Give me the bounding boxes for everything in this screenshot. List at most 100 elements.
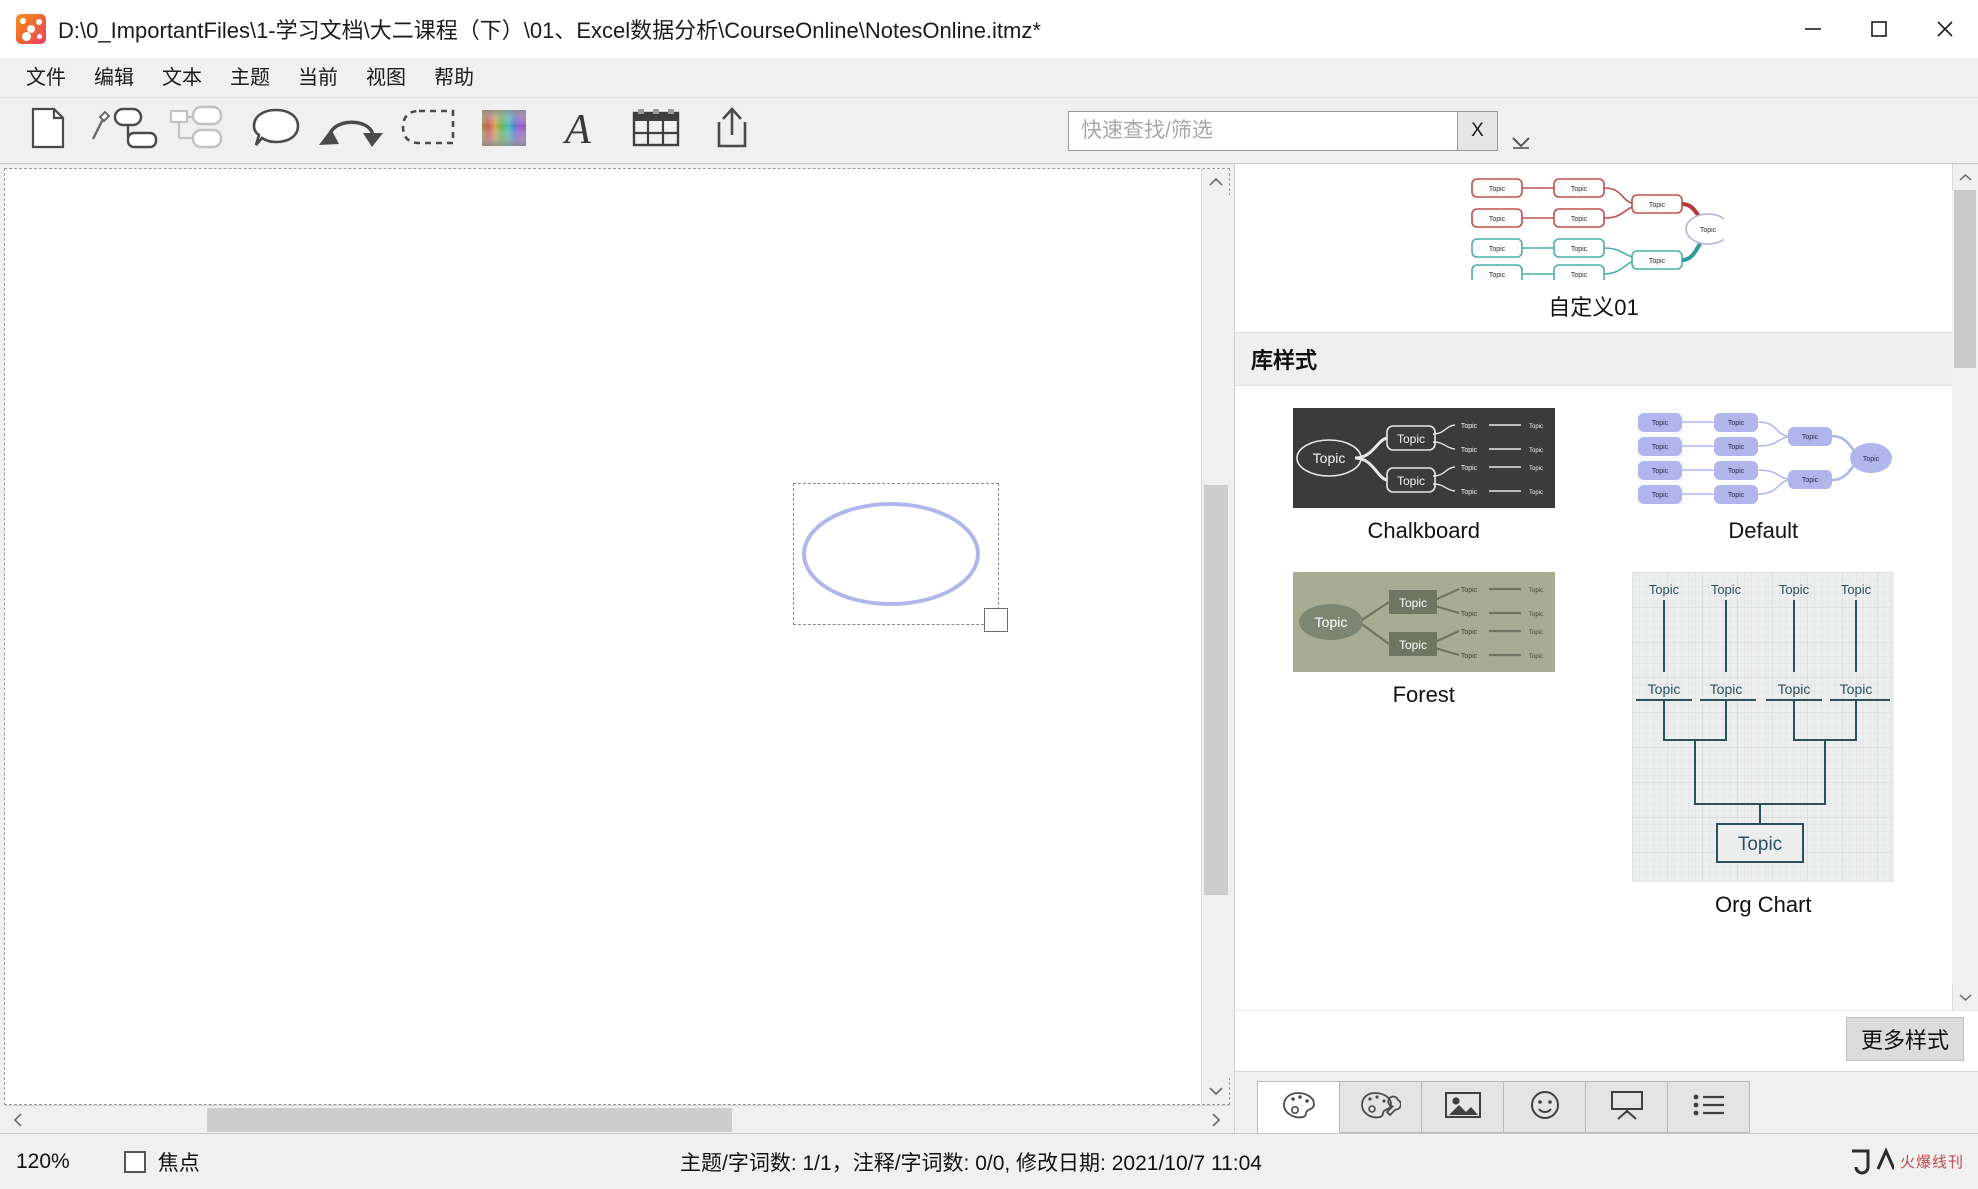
ellipse-shape[interactable] bbox=[802, 502, 980, 606]
canvas-frame bbox=[4, 168, 1230, 1105]
svg-text:Topic: Topic bbox=[1863, 456, 1880, 463]
tab-style[interactable] bbox=[1257, 1081, 1340, 1133]
style-org-chart[interactable]: Topic Topic Topic Topic Topic Topic Topi… bbox=[1599, 572, 1929, 918]
svg-text:Topic: Topic bbox=[1649, 582, 1680, 597]
custom-styles-section: Topic Topic Topic Topic Topic Topic Topic To… bbox=[1235, 164, 1952, 332]
svg-text:Topic: Topic bbox=[1699, 227, 1716, 234]
scroll-up-arrow[interactable] bbox=[1202, 169, 1230, 195]
image-icon bbox=[1444, 1090, 1482, 1125]
svg-text:Topic: Topic bbox=[1529, 466, 1543, 472]
toolbar-table[interactable] bbox=[618, 102, 694, 160]
boundary-icon bbox=[399, 107, 457, 154]
svg-text:Topic: Topic bbox=[1840, 681, 1873, 697]
menu-help[interactable]: 帮助 bbox=[420, 64, 488, 92]
canvas-horizontal-scrollbar[interactable] bbox=[4, 1105, 1230, 1133]
mindmap-canvas[interactable] bbox=[5, 169, 1201, 1104]
toolbar-callout[interactable] bbox=[238, 102, 314, 160]
style-org-chart-thumbnail: Topic Topic Topic Topic Topic Topic Topi… bbox=[1632, 572, 1895, 882]
svg-text:Topic: Topic bbox=[1841, 582, 1872, 597]
menu-edit[interactable]: 编辑 bbox=[80, 64, 148, 92]
close-button[interactable] bbox=[1912, 0, 1978, 58]
toolbar-new-topic[interactable] bbox=[86, 102, 162, 160]
svg-text:Topic: Topic bbox=[1728, 444, 1745, 451]
style-chalkboard-thumbnail: Topic Topic Topic Topic Topic Topic Topic … bbox=[1292, 408, 1555, 508]
toolbar-share[interactable] bbox=[694, 102, 770, 160]
resize-handle[interactable] bbox=[984, 608, 1008, 632]
toolbar-overflow-button[interactable] bbox=[1510, 134, 1532, 153]
toolbar-fonts[interactable]: A bbox=[542, 102, 618, 160]
svg-text:Topic: Topic bbox=[1461, 629, 1478, 636]
style-org-chart-caption: Org Chart bbox=[1714, 892, 1812, 917]
svg-text:Topic: Topic bbox=[1397, 474, 1425, 488]
horizontal-scroll-track[interactable] bbox=[32, 1106, 1202, 1134]
menu-text[interactable]: 文本 bbox=[148, 64, 216, 92]
focus-checkbox[interactable] bbox=[123, 1150, 146, 1173]
side-scroll-down-arrow[interactable] bbox=[1952, 984, 1978, 1010]
scroll-left-arrow[interactable] bbox=[4, 1106, 32, 1134]
tab-presentation[interactable] bbox=[1585, 1081, 1668, 1133]
style-default[interactable]: Topic Topic Topic Topic Topic Topic Topic To… bbox=[1599, 408, 1929, 544]
menu-topic[interactable]: 主题 bbox=[216, 64, 284, 92]
svg-text:Topic: Topic bbox=[1461, 447, 1478, 454]
tab-outline[interactable] bbox=[1667, 1081, 1750, 1133]
menu-current[interactable]: 当前 bbox=[284, 64, 352, 92]
svg-text:Topic: Topic bbox=[1529, 630, 1543, 636]
svg-text:Topic: Topic bbox=[1728, 420, 1745, 427]
side-scroll-up-arrow[interactable] bbox=[1952, 164, 1978, 190]
style-side-panel: Topic Topic Topic Topic Topic Topic Topic To… bbox=[1234, 164, 1978, 1133]
status-bar: 120% 焦点 主题/字词数: 1/1，注释/字词数: 0/0, 修改日期: 2… bbox=[0, 1133, 1978, 1189]
zoom-level[interactable]: 120% bbox=[16, 1150, 70, 1174]
smiley-icon bbox=[1529, 1089, 1561, 1126]
table-icon bbox=[631, 106, 681, 155]
list-icon bbox=[1691, 1091, 1727, 1124]
svg-text:A: A bbox=[562, 107, 591, 151]
vertical-scroll-thumb[interactable] bbox=[1203, 485, 1228, 895]
horizontal-scroll-thumb[interactable] bbox=[207, 1107, 732, 1132]
tab-stickers[interactable] bbox=[1503, 1081, 1586, 1133]
callout-icon bbox=[248, 105, 304, 156]
svg-text:Topic: Topic bbox=[1488, 246, 1505, 253]
scroll-down-arrow[interactable] bbox=[1202, 1078, 1230, 1104]
style-custom-01[interactable]: Topic Topic Topic Topic Topic Topic Topic To… bbox=[1235, 170, 1952, 322]
menu-view[interactable]: 视图 bbox=[352, 64, 420, 92]
svg-text:Topic: Topic bbox=[1399, 596, 1427, 610]
minimize-button[interactable] bbox=[1780, 0, 1846, 58]
svg-text:Topic: Topic bbox=[1728, 468, 1745, 475]
search-clear-button[interactable]: X bbox=[1457, 112, 1497, 150]
tab-style-editor[interactable] bbox=[1339, 1081, 1422, 1133]
style-default-thumbnail: Topic Topic Topic Topic Topic Topic Topic To… bbox=[1632, 408, 1895, 508]
svg-text:Topic: Topic bbox=[1529, 424, 1543, 430]
selected-topic-shape[interactable] bbox=[793, 483, 1008, 632]
focus-label: 焦点 bbox=[157, 1151, 200, 1175]
style-forest-thumbnail: Topic Topic Topic Topic Topic Topic Topi… bbox=[1292, 572, 1555, 672]
style-forest[interactable]: Topic Topic Topic Topic Topic Topic Topi… bbox=[1259, 572, 1589, 918]
svg-text:Topic: Topic bbox=[1461, 423, 1478, 430]
document-info: 主题/字词数: 1/1，注释/字词数: 0/0, 修改日期: 2021/10/7… bbox=[680, 1151, 1262, 1175]
style-custom-01-thumbnail: Topic Topic Topic Topic Topic Topic Topic To… bbox=[1464, 170, 1724, 280]
side-scroll-thumb[interactable] bbox=[1953, 190, 1976, 368]
search-input[interactable] bbox=[1069, 112, 1457, 150]
side-scroll-track[interactable] bbox=[1951, 190, 1978, 984]
more-styles-row: 更多样式 bbox=[1235, 1010, 1978, 1071]
svg-text:Topic: Topic bbox=[1652, 468, 1669, 475]
toolbar-undo-redo[interactable] bbox=[314, 102, 390, 160]
toolbar-new-document[interactable] bbox=[10, 102, 86, 160]
scroll-right-arrow[interactable] bbox=[1202, 1106, 1230, 1134]
watermark-logo-icon bbox=[1851, 1146, 1894, 1174]
menu-file[interactable]: 文件 bbox=[12, 64, 80, 92]
canvas-pane bbox=[0, 164, 1234, 1133]
window-title: D:\0_ImportantFiles\1-学习文档\大二课程（下）\01、Ex… bbox=[58, 18, 1041, 43]
style-default-caption: Default bbox=[1728, 518, 1799, 543]
more-styles-button[interactable]: 更多样式 bbox=[1845, 1017, 1964, 1061]
toolbar-new-subtopic[interactable] bbox=[162, 102, 238, 160]
tab-images[interactable] bbox=[1421, 1081, 1504, 1133]
maximize-button[interactable] bbox=[1846, 0, 1912, 58]
vertical-scroll-track[interactable] bbox=[1201, 195, 1230, 1078]
side-panel-vertical-scrollbar[interactable] bbox=[1951, 164, 1978, 1010]
svg-text:Topic: Topic bbox=[1648, 681, 1681, 697]
style-list: Topic Topic Topic Topic Topic Topic Topic To… bbox=[1235, 164, 1952, 1010]
toolbar-colors[interactable] bbox=[466, 102, 542, 160]
canvas-vertical-scrollbar[interactable] bbox=[1201, 169, 1230, 1104]
toolbar-boundary[interactable] bbox=[390, 102, 466, 160]
style-chalkboard[interactable]: Topic Topic Topic Topic Topic Topic Topic … bbox=[1259, 408, 1589, 544]
